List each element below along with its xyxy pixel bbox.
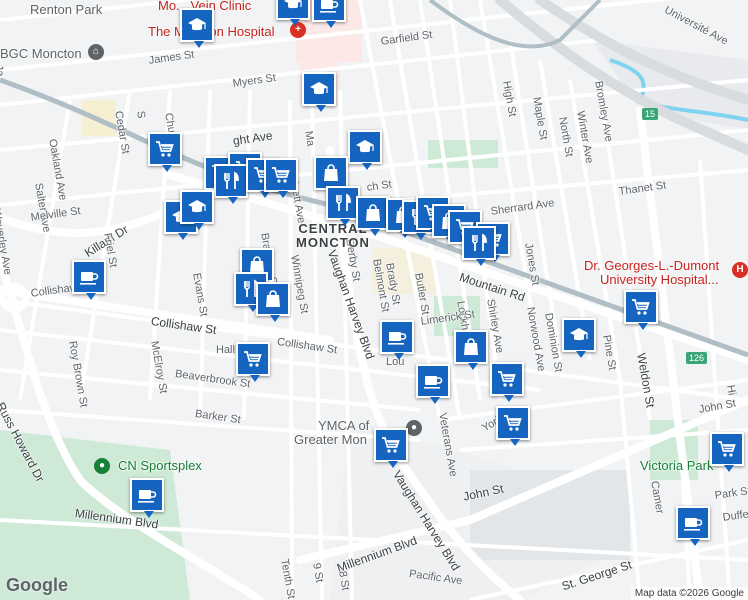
map-marker[interactable] [462, 226, 496, 266]
map-marker[interactable] [624, 290, 658, 330]
street-label: Ma [302, 130, 317, 148]
street-label: Hi [724, 384, 738, 397]
map-attribution[interactable]: Map data ©2026 Google [630, 587, 748, 600]
google-logo: Google [6, 575, 68, 595]
map-marker[interactable] [180, 8, 214, 48]
street-label: Renton Park [30, 2, 103, 17]
route-shield: 15 [642, 108, 659, 120]
poi-label[interactable]: YMCA of [318, 418, 369, 433]
map-marker[interactable] [180, 190, 214, 230]
map-marker[interactable] [356, 196, 390, 236]
map-marker[interactable] [256, 282, 290, 322]
street-label: Victoria Park [640, 458, 714, 473]
ymca-icon[interactable]: ● [406, 420, 422, 436]
map-marker[interactable] [496, 406, 530, 446]
map-marker[interactable] [374, 428, 408, 468]
map-marker[interactable] [302, 72, 336, 112]
poi-label[interactable]: University Hospital... [600, 272, 718, 287]
map-marker[interactable] [416, 364, 450, 404]
street-label: CN Sportsplex [118, 458, 202, 473]
map-marker[interactable] [214, 164, 248, 204]
poi-label[interactable]: BGC Moncton [0, 46, 82, 61]
library-icon[interactable]: ⌂ [88, 44, 104, 60]
map-marker[interactable] [236, 342, 270, 382]
map-marker[interactable] [264, 158, 298, 198]
sports-icon[interactable]: ● [94, 458, 110, 474]
map-marker[interactable] [148, 132, 182, 172]
map-marker[interactable] [562, 318, 596, 358]
map-marker[interactable] [72, 260, 106, 300]
map-marker[interactable] [314, 156, 348, 196]
map-marker[interactable] [276, 0, 310, 26]
street-label: Hall [216, 344, 235, 356]
poi-label[interactable]: Greater Mon [294, 432, 367, 447]
poi-label[interactable]: Dr. Georges-L.-Dumont [584, 258, 719, 273]
map-marker[interactable] [130, 478, 164, 518]
district-label-line2: MONCTON [296, 235, 370, 250]
map-marker[interactable] [490, 362, 524, 402]
map-marker[interactable] [380, 320, 414, 360]
hospital-icon[interactable]: H [732, 262, 748, 278]
map-marker[interactable] [312, 0, 346, 28]
map-marker[interactable] [710, 432, 744, 472]
map-marker[interactable] [326, 186, 360, 226]
route-shield: 126 [686, 352, 708, 364]
map-marker[interactable] [454, 330, 488, 370]
map-canvas[interactable]: Renton Park James St Myers St Garfield St Ce… [0, 0, 748, 600]
map-marker[interactable] [676, 506, 710, 546]
map-marker[interactable] [348, 130, 382, 170]
